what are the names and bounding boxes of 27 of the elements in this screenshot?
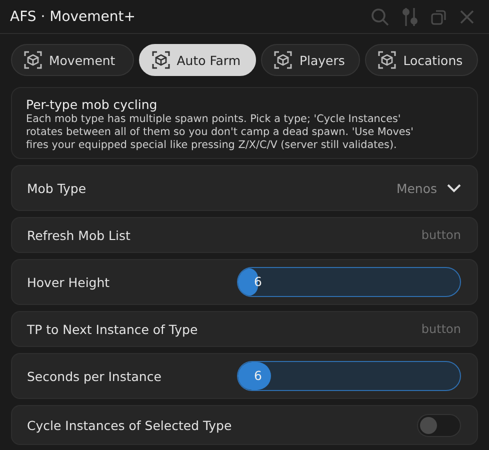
search-icon[interactable] — [371, 8, 389, 26]
tab[interactable]: Movement — [11, 44, 134, 76]
toggle-label: Cycle Instances of Selected Type — [27, 418, 233, 432]
window-title: AFS · Movement+ — [10, 8, 136, 24]
tab[interactable]: Auto Farm — [138, 44, 256, 76]
tab[interactable]: Locations — [365, 44, 478, 76]
close-icon[interactable] — [459, 8, 475, 24]
action-button[interactable]: TP to Next Instance of Type button — [11, 311, 478, 347]
windows-icon[interactable] — [431, 8, 447, 24]
tab[interactable]: Players — [261, 44, 360, 76]
settings-icon[interactable] — [401, 6, 419, 26]
toggle-switch[interactable] — [417, 414, 461, 436]
action-button[interactable]: Refresh Mob List button — [11, 217, 478, 253]
cube-icon — [378, 51, 396, 69]
slider-value: 6 — [254, 274, 262, 289]
chevron-icon — [447, 184, 461, 192]
cube-icon — [274, 51, 292, 69]
cube-icon — [24, 51, 42, 69]
cube-icon — [152, 51, 170, 69]
slider-value: 6 — [254, 368, 262, 383]
info-title: Per-type mob cycling — [26, 97, 158, 112]
slider-label: Seconds per Instance — [27, 368, 162, 384]
info-text: Each mob type has multiple spawn points. Pick a type; 'Cycle Instances' rotates between all of them so you don't camp a dead spawn. 'Use Moves' fires your equipped special like pressing Z/X/C/V (server still validates). — [26, 113, 415, 152]
slider[interactable]: 6 — [237, 361, 461, 391]
slider[interactable]: 6 — [237, 267, 461, 297]
dropdown[interactable]: Mob Type Menos — [11, 165, 478, 211]
slider-label: Hover Height — [27, 274, 111, 290]
